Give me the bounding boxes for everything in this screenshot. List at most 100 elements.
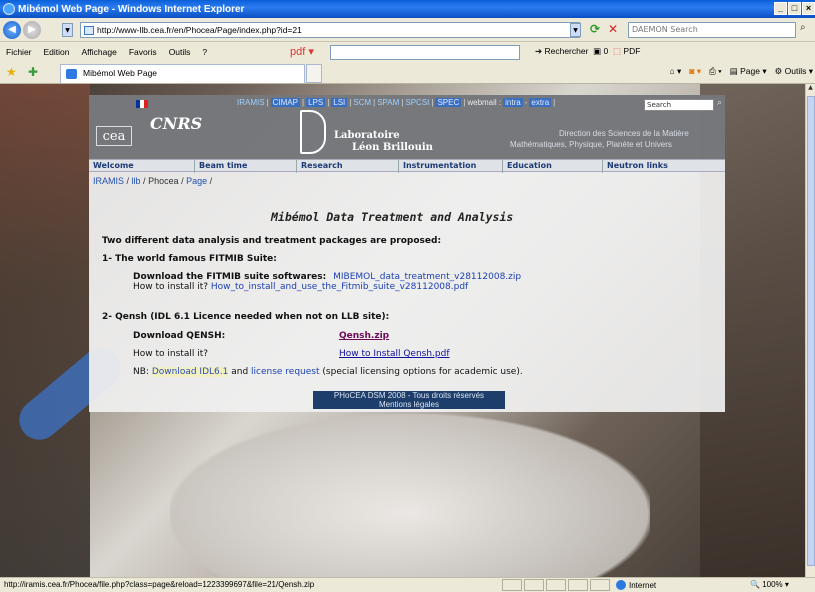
nav-welcome[interactable]: Welcome (89, 160, 195, 173)
toolbar-search-input[interactable] (330, 45, 520, 60)
section1-heading: 1- The world famous FITMIB Suite: (102, 254, 277, 264)
llb-logo-icon[interactable] (300, 110, 326, 154)
address-dropdown-button[interactable]: ▼ (570, 23, 581, 37)
forward-button[interactable]: ▶ (23, 20, 41, 39)
address-bar-row: ◀ ▶ ▼ http://www-llb.cea.fr/en/Phocea/Pa… (0, 18, 815, 42)
webmail-intra-link[interactable]: intra (503, 98, 523, 107)
zone-label: Internet (629, 581, 657, 590)
ie-logo-icon (3, 3, 15, 15)
maximize-button[interactable]: □ (788, 2, 801, 15)
home-icon[interactable]: ⌂ ▾ (669, 66, 681, 77)
status-cells (502, 579, 610, 591)
print-icon[interactable]: ⎙ ▾ (709, 66, 722, 77)
refresh-icon[interactable]: ⟳ (590, 22, 606, 38)
command-bar: ⌂ ▾ ◙ ▾ ⎙ ▾ ▤ Page ▾ ⚙ Outils ▾ (669, 66, 813, 77)
page-menu[interactable]: ▤ Page ▾ (730, 66, 767, 77)
qensh-install-question: How to install it? (133, 349, 208, 359)
tools-menu-label: Outils (784, 66, 807, 76)
rechercher-label: Rechercher (544, 46, 589, 56)
tab-mibemol[interactable]: Mibémol Web Page (60, 64, 305, 83)
fitmib-zip-link[interactable]: MIBEMOL_data_treatment_v28112008.zip (333, 272, 521, 282)
new-tab-button[interactable] (306, 64, 322, 83)
webmail-extra-link[interactable]: extra (529, 98, 552, 107)
nav-research[interactable]: Research (297, 160, 399, 173)
fitmib-install-row: How to install it? How_to_install_and_us… (133, 282, 468, 292)
nav-instrumentation[interactable]: Instrumentation (399, 160, 503, 173)
site-search-icon[interactable]: ⌕ (717, 98, 722, 108)
site-footer: PHoCEA DSM 2008 - Tous droits réservés M… (313, 391, 505, 409)
qensh-zip-link[interactable]: Qensh.zip (339, 331, 389, 341)
back-button[interactable]: ◀ (3, 20, 21, 39)
crumb-llb[interactable]: llb (132, 176, 141, 186)
nav-spec[interactable]: SPEC (435, 98, 462, 107)
history-dropdown-button[interactable]: ▼ (62, 23, 73, 37)
security-zone[interactable]: Internet (616, 580, 656, 590)
intro-text: Two different data analysis and treatmen… (102, 236, 442, 246)
add-favorites-icon[interactable]: ✚ (28, 65, 38, 79)
footer-copyright: PHoCEA DSM 2008 - Tous droits réservés (333, 391, 485, 400)
menu-outils[interactable]: Outils (163, 47, 197, 57)
search-icon[interactable]: ⌕ (800, 22, 815, 38)
nav-lsi[interactable]: LSI (331, 98, 348, 107)
nb-row: NB: Download IDL6.1 and license request … (133, 367, 523, 377)
pdf-icon: ⬚ (613, 46, 622, 56)
nav-cimap[interactable]: CIMAP (270, 98, 300, 107)
scroll-thumb[interactable] (807, 96, 815, 566)
address-input[interactable]: http://www-llb.cea.fr/en/Phocea/Page/ind… (80, 22, 580, 38)
globe-icon (616, 580, 626, 590)
webmail-label: webmail : (467, 98, 502, 107)
french-flag-icon[interactable] (136, 100, 148, 108)
tools-menu[interactable]: ⚙ Outils ▾ (775, 66, 813, 77)
scroll-up-icon[interactable]: ▲ (806, 84, 815, 94)
stop-icon[interactable]: ✕ (608, 22, 624, 38)
crumb-phocea[interactable]: Phocea (148, 176, 179, 186)
download-idl-link[interactable]: Download IDL6.1 (151, 367, 229, 377)
vertical-scrollbar[interactable]: ▲ (805, 84, 815, 577)
pdf-button-label: PDF (623, 46, 641, 56)
menu-affichage[interactable]: Affichage (76, 47, 123, 57)
zoom-control[interactable]: 🔍 100% ▾ (750, 580, 789, 589)
crumb-page[interactable]: Page (186, 176, 207, 186)
fitmib-install-link[interactable]: How_to_install_and_use_the_Fitmib_suite_… (211, 282, 468, 292)
pdf-toolbar-button[interactable]: pdf ▾ (290, 45, 314, 58)
crumb-iramis[interactable]: IRAMIS (93, 176, 124, 186)
rechercher-count: 0 (603, 46, 609, 56)
qensh-install-link[interactable]: How to Install Qensh.pdf (339, 349, 450, 359)
nav-iramis[interactable]: IRAMIS (237, 98, 265, 107)
license-request-link[interactable]: license request (251, 367, 320, 377)
footer-legal-link[interactable]: Mentions légales (313, 400, 505, 409)
address-text: http://www-llb.cea.fr/en/Phocea/Page/ind… (97, 25, 302, 35)
tab-page-icon (66, 69, 77, 79)
cnrs-logo[interactable]: CNRS (150, 114, 202, 133)
menu-favoris[interactable]: Favoris (123, 47, 163, 57)
page-menu-label: Page (740, 66, 760, 76)
section2-heading: 2- Qensh (IDL 6.1 Licence needed when no… (102, 312, 390, 322)
window-controls: _ □ × (774, 2, 815, 15)
nav-neutron-links[interactable]: Neutron links (603, 160, 725, 173)
minimize-button[interactable]: _ (774, 2, 787, 15)
nb-and: and (231, 367, 249, 377)
search-input[interactable]: DAEMON Search (628, 22, 796, 38)
feeds-icon[interactable]: ◙ ▾ (689, 66, 701, 77)
site-search-input[interactable]: Search (644, 99, 714, 111)
lab-name-line1: Laboratoire (334, 130, 400, 141)
fitmib-install-question: How to install it? (133, 282, 208, 292)
cea-logo[interactable]: cea (96, 126, 132, 146)
window-title: Mibémol Web Page - Windows Internet Expl… (18, 3, 245, 15)
nav-spcsi[interactable]: SPCSI (405, 98, 429, 107)
nav-lps[interactable]: LPS (306, 98, 326, 107)
nav-spam[interactable]: SPAM (377, 98, 399, 107)
menu-fichier[interactable]: Fichier (0, 47, 38, 57)
fitmib-download-row: Download the FITMIB suite softwares: MIB… (133, 272, 521, 282)
favorites-star-icon[interactable]: ★ (6, 65, 17, 79)
menu-help[interactable]: ? (196, 47, 213, 57)
tab-bar: ★ ✚ Mibémol Web Page ⌂ ▾ ◙ ▾ ⎙ ▾ ▤ Page … (0, 62, 815, 84)
nav-education[interactable]: Education (503, 160, 603, 173)
nav-scm[interactable]: SCM (353, 98, 371, 107)
page-title: Mibémol Data Treatment and Analysis (271, 210, 514, 224)
rechercher-button[interactable]: ➔ Rechercher ▣ 0 ⬚ PDF (535, 46, 640, 57)
menu-edition[interactable]: Edition (38, 47, 76, 57)
nav-beam-time[interactable]: Beam time (195, 160, 297, 173)
close-button[interactable]: × (802, 2, 815, 15)
nb-prefix: NB: (133, 367, 149, 377)
